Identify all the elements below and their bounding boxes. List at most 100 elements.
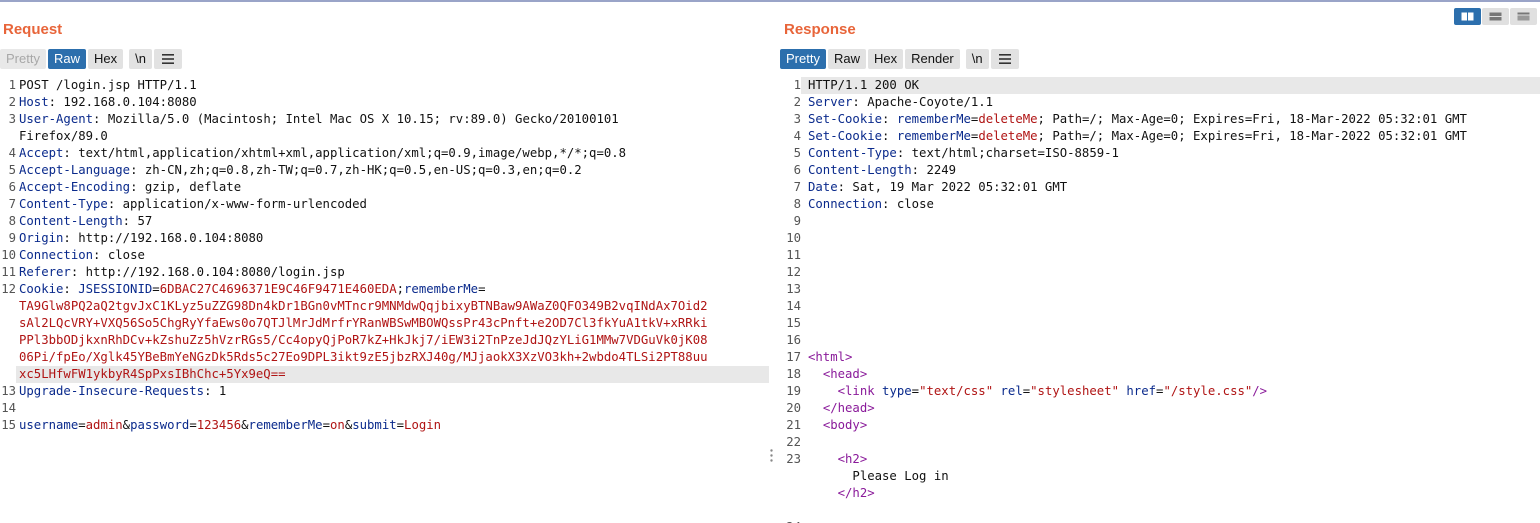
code-token: Connection [19,248,94,262]
code-line[interactable]: 4 Set-Cookie: rememberMe=deleteMe; Path=/… [779,128,1540,145]
code-line[interactable]: 22 [779,434,1540,451]
line-number [0,128,16,145]
response-tab-render[interactable]: Render [905,49,960,69]
line-content: Upgrade-Insecure-Requests: 1 [16,383,769,400]
code-line[interactable]: PPl3bbODjkxnRhDCv+kZshuZz5hVzrRGs5/Cc4op… [0,332,769,349]
code-line[interactable]: 10 Connection: close [0,247,769,264]
code-line[interactable]: 21 <body> [779,417,1540,434]
code-line[interactable]: </h2> [779,485,1540,502]
code-line[interactable]: xc5LHfwFW1ykbyR4SpPxsIBhChc+5Yx9eQ== [0,366,769,383]
code-token: <html> [808,350,853,364]
response-menu-button[interactable] [990,49,1019,69]
drag-handle-icon[interactable] [770,449,773,462]
code-token: = [189,418,197,432]
response-tab-pretty[interactable]: Pretty [780,49,826,69]
response-tab-hex[interactable]: Hex [867,49,904,69]
code-line[interactable]: 12 Cookie: JSESSIONID=6DBAC27C4696371E9C4… [0,281,769,298]
code-line[interactable]: 2 Host: 192.168.0.104:8080 [0,94,769,111]
line-content: User-Agent: Mozilla/5.0 (Macintosh; Inte… [16,111,769,128]
line-content: Content-Type: text/html;charset=ISO-8859… [801,145,1540,162]
line-number: 17 [786,350,801,364]
code-line[interactable]: 15 username=admin&password=123456&remembe… [0,417,769,434]
request-editor[interactable]: 1 POST /login.jsp HTTP/1.1 2 Host: 192.168.… [0,77,769,523]
line-content [16,400,769,417]
code-line[interactable]: 9 Origin: http://192.168.0.104:8080 [0,230,769,247]
code-line[interactable]: 06Pi/fpEo/Xglk45YBeBmYeNGzDk5Rds5c27Eo9D… [0,349,769,366]
code-line[interactable]: 7 Content-Type: application/x-www-form-ur… [0,196,769,213]
code-line[interactable]: 10 [779,230,1540,247]
layout-tabs-button[interactable] [1510,8,1537,25]
line-content [801,264,1540,281]
response-editor[interactable]: 1 HTTP/1.1 200 OK 2 Server: Apache-Coyote/1… [779,77,1540,523]
code-line[interactable]: 20 </head> [779,400,1540,417]
code-line[interactable]: 1 POST /login.jsp HTTP/1.1 [0,77,769,94]
code-line[interactable]: 12 [779,264,1540,281]
request-menu-button[interactable] [153,49,182,69]
code-line[interactable]: 11 [779,247,1540,264]
response-view-toolbar: Pretty Raw Hex Render \n [780,49,1019,69]
line-content: </h2> [801,485,1540,502]
code-line[interactable]: 14 [779,298,1540,315]
response-tab-raw[interactable]: Raw [827,49,866,69]
request-tab-raw[interactable]: Raw [47,49,86,69]
code-token: User-Agent [19,112,94,126]
code-line[interactable]: 3 User-Agent: Mozilla/5.0 (Macintosh; Int… [0,111,769,128]
layout-side-by-side-button[interactable] [1454,8,1481,25]
code-line[interactable]: 6 Accept-Encoding: gzip, deflate [0,179,769,196]
code-line[interactable]: 23 <h2> [779,451,1540,468]
code-token: Login [404,418,442,432]
code-line[interactable]: 13 [779,281,1540,298]
code-line[interactable]: 3 Set-Cookie: rememberMe=deleteMe; Path=/… [779,111,1540,128]
code-line[interactable]: 2 Server: Apache-Coyote/1.1 [779,94,1540,111]
code-line[interactable]: 17 <html> [779,349,1540,366]
request-tab-hex[interactable]: Hex [87,49,124,69]
code-line[interactable]: 5 Content-Type: text/html;charset=ISO-885… [779,145,1540,162]
line-content: <html> [801,349,1540,366]
code-line[interactable] [779,502,1540,519]
line-content [801,519,1540,523]
code-token: = [478,282,486,296]
code-line[interactable]: 1 HTTP/1.1 200 OK [779,77,1540,94]
code-token: 6DBAC27C4696371E9C46F9471E460EDA [159,282,397,296]
line-number: 16 [786,333,801,347]
code-line[interactable]: 5 Accept-Language: zh-CN,zh;q=0.8,zh-TW;q… [0,162,769,179]
code-line[interactable]: 13 Upgrade-Insecure-Requests: 1 [0,383,769,400]
code-line[interactable]: TA9Glw8PQ2aQ2tgvJxC1KLyz5uZZG98Dn4kDr1BG… [0,298,769,315]
code-line[interactable]: 11 Referer: http://192.168.0.104:8080/log… [0,264,769,281]
code-line[interactable]: 15 [779,315,1540,332]
code-token: : 192.168.0.104:8080 [48,95,197,109]
line-number: 13 [786,282,801,296]
code-line[interactable]: 18 <head> [779,366,1540,383]
code-token: deleteMe [978,112,1038,126]
line-number: 2 [793,95,801,109]
code-line[interactable]: 4 Accept: text/html,application/xhtml+xml… [0,145,769,162]
code-line[interactable]: 6 Content-Length: 2249 [779,162,1540,179]
line-content [801,434,1540,451]
code-line[interactable]: 16 [779,332,1540,349]
code-line[interactable]: sAl2LQcVRY+VXQ56So5ChgRyYfaEws0o7QTJlMrJ… [0,315,769,332]
code-line[interactable]: 14 [0,400,769,417]
code-line[interactable]: 8 Content-Length: 57 [0,213,769,230]
request-newline-toggle[interactable]: \n [129,49,152,69]
line-number: 21 [786,418,801,432]
code-line[interactable]: 19 <link type="text/css" rel="stylesheet… [779,383,1540,400]
line-content: Content-Length: 2249 [801,162,1540,179]
code-line[interactable]: 24 [779,519,1540,523]
code-line[interactable]: Please Log in [779,468,1540,485]
line-number [0,315,16,332]
code-line[interactable]: Firefox/89.0 [0,128,769,145]
code-line[interactable]: 9 [779,213,1540,230]
line-content: Set-Cookie: rememberMe=deleteMe; Path=/;… [801,111,1540,128]
line-content: xc5LHfwFW1ykbyR4SpPxsIBhChc+5Yx9eQ== [16,366,769,383]
line-number: 8 [8,214,16,228]
layout-stacked-button[interactable] [1482,8,1509,25]
code-line[interactable]: 7 Date: Sat, 19 Mar 2022 05:32:01 GMT [779,179,1540,196]
code-token: : [882,112,897,126]
code-token: username [19,418,79,432]
code-line[interactable]: 8 Connection: close [779,196,1540,213]
request-tab-pretty[interactable]: Pretty [0,49,46,69]
code-token: Accept-Encoding [19,180,131,194]
response-newline-toggle[interactable]: \n [965,49,989,69]
pane-divider[interactable] [769,2,779,523]
